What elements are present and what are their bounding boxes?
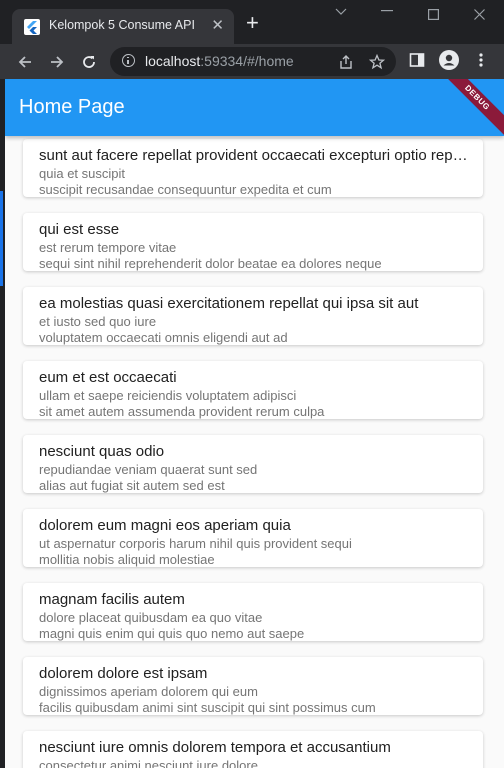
profile-icon[interactable]: [439, 50, 459, 70]
post-body-line: mollitia nobis aliquid molestiae: [39, 552, 215, 567]
tab-title: Kelompok 5 Consume API: [49, 18, 195, 32]
post-title: magnam facilis autem: [39, 591, 185, 608]
post-title: sunt aut facere repellat provident occae…: [39, 147, 469, 164]
tab-strip: Kelompok 5 Consume API ✕ +: [0, 0, 504, 44]
post-body-line: ut aspernatur corporis harum nihil quis …: [39, 536, 352, 551]
post-title: ea molestias quasi exercitationem repell…: [39, 295, 419, 312]
reload-button[interactable]: [79, 52, 99, 72]
plus-icon[interactable]: +: [246, 12, 259, 34]
flutter-icon: [24, 19, 40, 35]
post-body-line: sit amet autem assumenda provident rerum…: [39, 404, 325, 419]
post-title: nesciunt quas odio: [39, 443, 165, 460]
app-viewport: Home Page DEBUG sunt aut facere repellat…: [5, 79, 504, 768]
back-button[interactable]: [15, 52, 35, 72]
sidebar-icon[interactable]: [409, 52, 425, 68]
post-body-line: et iusto sed quo iure: [39, 314, 157, 329]
post-body-line: dolore placeat quibusdam ea quo vitae: [39, 610, 263, 625]
post-card[interactable]: ea molestias quasi exercitationem repell…: [23, 287, 483, 345]
post-body-line: repudiandae veniam quaerat sunt sed: [39, 462, 258, 477]
post-body-line: dignissimos aperiam dolorem qui eum: [39, 684, 258, 699]
more-icon[interactable]: [478, 52, 484, 68]
debug-banner: DEBUG: [433, 79, 504, 142]
close-icon[interactable]: ✕: [211, 17, 224, 35]
maximize-icon[interactable]: [428, 9, 439, 20]
post-card[interactable]: magnam facilis autem dolore placeat quib…: [23, 583, 483, 641]
forward-button[interactable]: [47, 52, 67, 72]
post-card[interactable]: nesciunt iure omnis dolorem tempora et a…: [23, 731, 483, 768]
browser-tab[interactable]: Kelompok 5 Consume API ✕: [12, 9, 234, 44]
post-body-line: suscipit recusandae consequuntur expedit…: [39, 182, 332, 197]
post-title: dolorem dolore est ipsam: [39, 665, 208, 682]
post-body-line: alias aut fugiat sit autem sed est: [39, 478, 225, 493]
post-card[interactable]: qui est esse est rerum tempore vitae seq…: [23, 213, 483, 271]
post-card[interactable]: eum et est occaecati ullam et saepe reic…: [23, 361, 483, 419]
post-title: qui est esse: [39, 221, 120, 238]
post-body-line: ullam et saepe reiciendis voluptatem adi…: [39, 388, 297, 403]
reload-icon: [83, 56, 95, 68]
post-body-line: sequi sint nihil reprehenderit dolor bea…: [39, 256, 382, 271]
info-icon[interactable]: [122, 54, 135, 67]
window-close-icon[interactable]: [474, 9, 485, 20]
post-body-line: quia et suscipit: [39, 166, 125, 181]
post-body-line: consectetur animi nesciunt iure dolore: [39, 758, 258, 768]
post-body-line: magni quis enim qui quis quo nemo aut sa…: [39, 626, 305, 641]
star-icon[interactable]: [369, 54, 385, 70]
post-card[interactable]: nesciunt quas odio repudiandae veniam qu…: [23, 435, 483, 493]
post-body-line: facilis quibusdam animi sint suscipit qu…: [39, 700, 376, 715]
post-title: eum et est occaecati: [39, 369, 177, 386]
post-card[interactable]: sunt aut facere repellat provident occae…: [23, 139, 483, 197]
app-bar: Home Page DEBUG: [5, 79, 504, 142]
post-card[interactable]: dolorem dolore est ipsam dignissimos ape…: [23, 657, 483, 715]
share-icon[interactable]: [338, 54, 354, 70]
post-card[interactable]: dolorem eum magni eos aperiam quia ut as…: [23, 509, 483, 567]
browser-toolbar: localhost:59334/#/home: [0, 44, 504, 79]
chevron-down-icon[interactable]: [334, 6, 348, 16]
post-body-line: voluptatem occaecati omnis eligendi aut …: [39, 330, 288, 345]
post-title: dolorem eum magni eos aperiam quia: [39, 517, 291, 534]
page-title: Home Page: [19, 96, 125, 118]
back-icon: [18, 56, 31, 68]
forward-icon: [51, 56, 64, 68]
minimize-icon[interactable]: [381, 10, 393, 12]
address-bar[interactable]: localhost:59334/#/home: [110, 47, 396, 76]
post-body-line: est rerum tempore vitae: [39, 240, 177, 255]
url-text[interactable]: localhost:59334/#/home: [145, 53, 294, 69]
post-title: nesciunt iure omnis dolorem tempora et a…: [39, 739, 391, 756]
